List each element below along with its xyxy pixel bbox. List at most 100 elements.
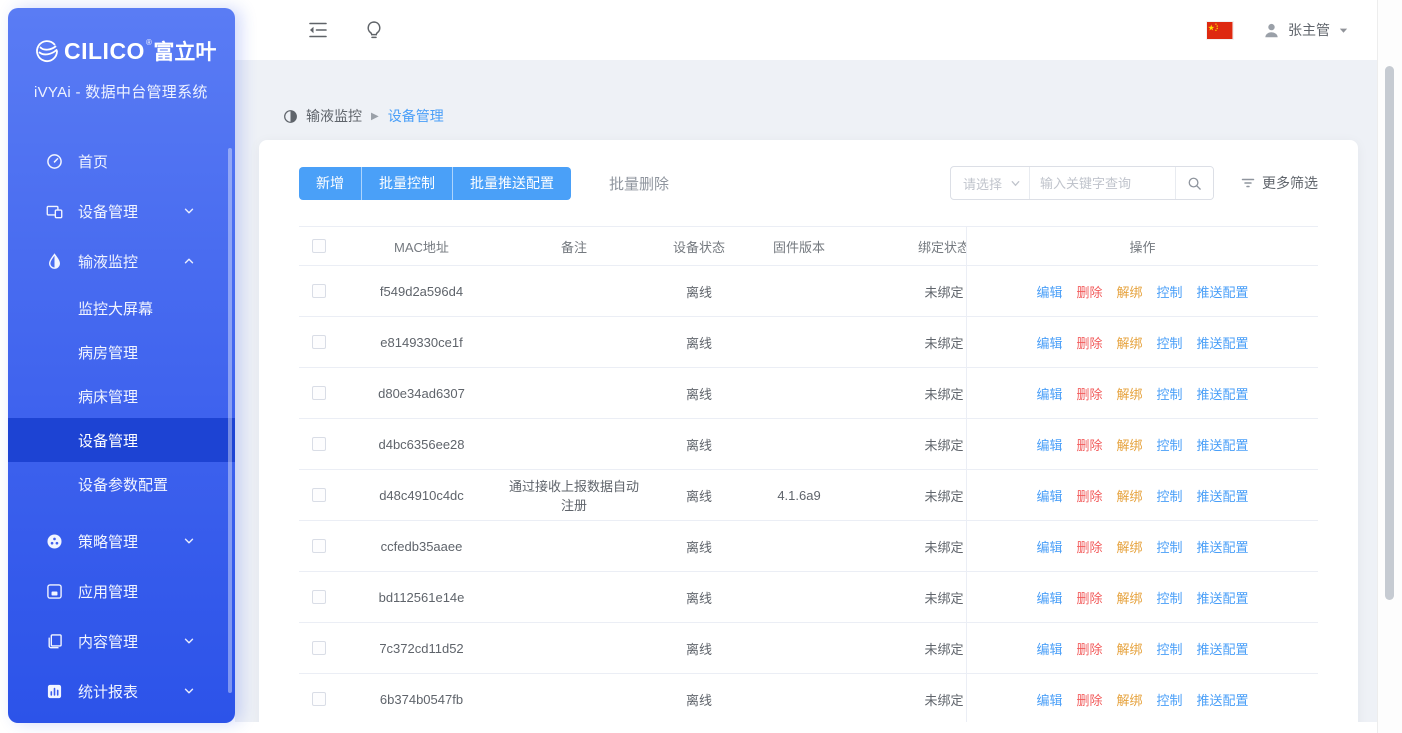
brand-name-cn: 富立叶 xyxy=(153,36,216,66)
row-checkbox[interactable] xyxy=(312,539,326,553)
row-action-delete[interactable]: 删除 xyxy=(1076,588,1102,607)
row-action-delete[interactable]: 删除 xyxy=(1076,486,1102,505)
row-action-unbind[interactable]: 解绑 xyxy=(1116,282,1142,301)
row-action-delete[interactable]: 删除 xyxy=(1076,537,1102,556)
sidebar-item-infusion-monitoring[interactable]: 输液监控 xyxy=(8,236,235,286)
search-button[interactable] xyxy=(1175,167,1213,199)
row-action-control[interactable]: 控制 xyxy=(1157,639,1183,658)
row-action-push-config[interactable]: 推送配置 xyxy=(1197,588,1249,607)
row-action-unbind[interactable]: 解绑 xyxy=(1116,588,1142,607)
row-checkbox[interactable] xyxy=(312,590,326,604)
collapse-sidebar-icon[interactable] xyxy=(308,20,328,40)
row-checkbox[interactable] xyxy=(312,692,326,706)
sidebar-item-device-parameter-config[interactable]: 设备参数配置 xyxy=(8,462,235,506)
more-filter-button[interactable]: 更多筛选 xyxy=(1241,173,1318,193)
row-action-delete[interactable]: 删除 xyxy=(1076,690,1102,709)
top-navbar: 张主管 xyxy=(235,0,1377,60)
row-action-control[interactable]: 控制 xyxy=(1157,486,1183,505)
batch-delete-button[interactable]: 批量删除 xyxy=(609,173,669,194)
row-actions: 编辑删除解绑控制推送配置 xyxy=(966,674,1318,722)
user-menu-caret-icon[interactable] xyxy=(1338,25,1349,36)
row-checkbox[interactable] xyxy=(312,335,326,349)
row-action-edit[interactable]: 编辑 xyxy=(1036,537,1062,556)
sidebar-item-statistics-report[interactable]: 统计报表 xyxy=(8,666,235,716)
chevron-down-icon xyxy=(183,635,195,647)
chevron-up-icon xyxy=(183,255,195,267)
row-action-edit[interactable]: 编辑 xyxy=(1036,282,1062,301)
row-checkbox[interactable] xyxy=(312,386,326,400)
china-flag-icon[interactable] xyxy=(1207,22,1233,39)
strategy-icon xyxy=(46,533,63,550)
row-checkbox[interactable] xyxy=(312,488,326,502)
row-action-push-config[interactable]: 推送配置 xyxy=(1197,639,1249,658)
row-action-edit[interactable]: 编辑 xyxy=(1036,690,1062,709)
filter-field-select[interactable]: 请选择 xyxy=(951,167,1029,199)
page-scrollbar-thumb[interactable] xyxy=(1385,66,1394,600)
row-action-edit[interactable]: 编辑 xyxy=(1036,333,1062,352)
row-action-edit[interactable]: 编辑 xyxy=(1036,588,1062,607)
add-button[interactable]: 新增 xyxy=(299,167,361,200)
row-action-push-config[interactable]: 推送配置 xyxy=(1197,486,1249,505)
sidebar-item-label: 统计报表 xyxy=(78,681,138,702)
select-placeholder: 请选择 xyxy=(963,174,1010,193)
row-action-delete[interactable]: 删除 xyxy=(1076,435,1102,454)
row-action-control[interactable]: 控制 xyxy=(1157,435,1183,454)
row-action-edit[interactable]: 编辑 xyxy=(1036,384,1062,403)
cell-mac-address: bd112561e14e xyxy=(339,590,504,605)
sidebar-item-device-management-sub[interactable]: 设备管理 xyxy=(8,418,235,462)
breadcrumb-current[interactable]: 设备管理 xyxy=(388,106,444,126)
row-action-push-config[interactable]: 推送配置 xyxy=(1197,690,1249,709)
sidebar-item-app-management[interactable]: 应用管理 xyxy=(8,566,235,616)
row-action-delete[interactable]: 删除 xyxy=(1076,384,1102,403)
sidebar-item-device-management[interactable]: 设备管理 xyxy=(8,186,235,236)
sidebar-item-bed-management[interactable]: 病床管理 xyxy=(8,374,235,418)
row-action-control[interactable]: 控制 xyxy=(1157,690,1183,709)
row-action-push-config[interactable]: 推送配置 xyxy=(1197,282,1249,301)
sidebar-item-ward-management[interactable]: 病房管理 xyxy=(8,330,235,374)
batch-push-config-button[interactable]: 批量推送配置 xyxy=(452,167,571,200)
sidebar-item-label: 设备管理 xyxy=(78,201,138,222)
row-action-unbind[interactable]: 解绑 xyxy=(1116,384,1142,403)
lightbulb-icon[interactable] xyxy=(364,20,384,40)
row-action-push-config[interactable]: 推送配置 xyxy=(1197,384,1249,403)
row-action-control[interactable]: 控制 xyxy=(1157,588,1183,607)
row-action-unbind[interactable]: 解绑 xyxy=(1116,639,1142,658)
row-action-push-config[interactable]: 推送配置 xyxy=(1197,435,1249,454)
header-remark: 备注 xyxy=(504,237,644,256)
row-action-delete[interactable]: 删除 xyxy=(1076,639,1102,658)
cell-device-status: 离线 xyxy=(644,486,754,505)
sidebar-item-strategy-management[interactable]: 策略管理 xyxy=(8,516,235,566)
row-action-unbind[interactable]: 解绑 xyxy=(1116,486,1142,505)
row-action-push-config[interactable]: 推送配置 xyxy=(1197,333,1249,352)
sidebar-item-monitor-big-screen[interactable]: 监控大屏幕 xyxy=(8,286,235,330)
row-action-unbind[interactable]: 解绑 xyxy=(1116,333,1142,352)
row-action-unbind[interactable]: 解绑 xyxy=(1116,537,1142,556)
cell-device-status: 离线 xyxy=(644,384,754,403)
row-checkbox[interactable] xyxy=(312,641,326,655)
row-action-edit[interactable]: 编辑 xyxy=(1036,639,1062,658)
sidebar-item-home[interactable]: 首页 xyxy=(8,136,235,186)
keyword-search-input[interactable] xyxy=(1029,167,1175,199)
user-name[interactable]: 张主管 xyxy=(1288,20,1330,40)
sidebar-scrollbar-thumb[interactable] xyxy=(228,148,232,693)
search-group: 请选择 xyxy=(950,166,1214,200)
row-action-push-config[interactable]: 推送配置 xyxy=(1197,537,1249,556)
row-action-control[interactable]: 控制 xyxy=(1157,333,1183,352)
row-action-edit[interactable]: 编辑 xyxy=(1036,435,1062,454)
row-action-delete[interactable]: 删除 xyxy=(1076,282,1102,301)
row-action-control[interactable]: 控制 xyxy=(1157,282,1183,301)
batch-control-button[interactable]: 批量控制 xyxy=(361,167,452,200)
row-actions: 编辑删除解绑控制推送配置 xyxy=(966,572,1318,622)
row-action-delete[interactable]: 删除 xyxy=(1076,333,1102,352)
row-action-unbind[interactable]: 解绑 xyxy=(1116,690,1142,709)
sidebar-item-label: 设备参数配置 xyxy=(78,474,168,495)
row-checkbox[interactable] xyxy=(312,437,326,451)
row-checkbox[interactable] xyxy=(312,284,326,298)
row-action-control[interactable]: 控制 xyxy=(1157,384,1183,403)
row-action-unbind[interactable]: 解绑 xyxy=(1116,435,1142,454)
row-action-control[interactable]: 控制 xyxy=(1157,537,1183,556)
page-scrollbar-track[interactable] xyxy=(1377,0,1402,733)
select-all-checkbox[interactable] xyxy=(312,239,326,253)
sidebar-item-content-management[interactable]: 内容管理 xyxy=(8,616,235,666)
row-action-edit[interactable]: 编辑 xyxy=(1036,486,1062,505)
